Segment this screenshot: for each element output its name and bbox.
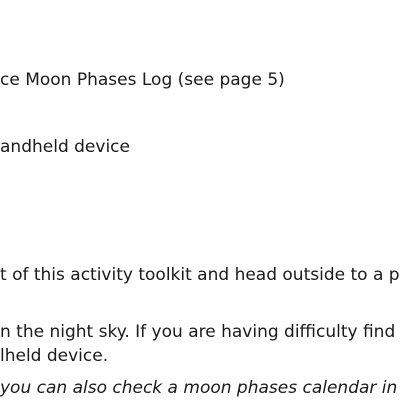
text-line-night-sky: n the night sky. If you are having diffi… — [0, 322, 396, 342]
document-page: ce Moon Phases Log (see page 5) andheld … — [0, 0, 400, 400]
text-line-moon-phases-log: ce Moon Phases Log (see page 5) — [0, 70, 285, 90]
text-line-handheld-device-end: lheld device. — [0, 346, 109, 366]
text-line-activity-toolkit: t of this activity toolkit and head outs… — [0, 265, 400, 285]
text-line-moon-calendar-note: you can also check a moon phases calenda… — [0, 378, 398, 398]
text-line-handheld-device: andheld device — [0, 137, 130, 157]
